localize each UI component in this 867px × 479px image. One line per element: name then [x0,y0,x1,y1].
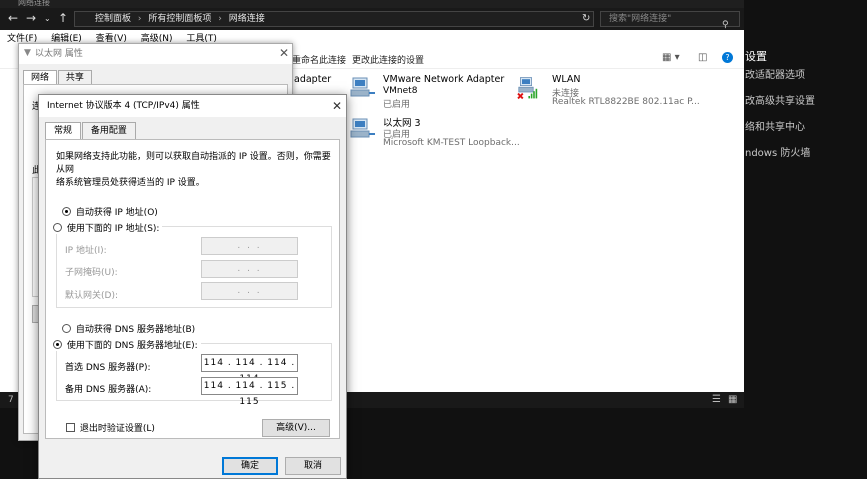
up-icon[interactable]: ↑ [58,11,68,25]
manual-ip-radio[interactable]: 使用下面的 IP 地址(S): [53,221,163,234]
tab-alternate-config[interactable]: 备用配置 [81,122,136,139]
subnet-mask-label: 子网掩码(U): [65,268,118,278]
ipv4-properties-dialog: Internet 协议版本 4 (TCP/IPv4) 属性 ✕ 常规 备用配置 … [38,94,347,479]
adapter-device: Microsoft KM-TEST Loopback... [383,138,520,148]
item-count: 7 [8,395,14,405]
details-view-icon[interactable]: ☰ [712,394,721,405]
advanced-button[interactable]: 高级(V)... [262,419,330,437]
tab-general[interactable]: 常规 [45,122,82,139]
ipv4-tabs: 常规 备用配置 [45,122,136,139]
icons-view-icon[interactable]: ▦ [728,394,737,405]
close-icon[interactable]: ✕ [332,99,342,113]
adapter-name: VMware Network Adapter [383,74,505,85]
breadcrumb-separator-icon: › [218,14,222,24]
tab-network[interactable]: 网络 [23,70,58,85]
address-bar[interactable]: 控制面板 › 所有控制面板项 › 网络连接 [74,11,594,27]
ipv4-tab-panel: 如果网络支持此功能，则可以获取自动指派的 IP 设置。否则，你需要从网 络系统管… [45,139,340,439]
manual-dns-radio[interactable]: 使用下面的 DNS 服务器地址(E): [53,338,201,351]
auto-ip-label: 自动获得 IP 地址(O) [75,208,158,218]
manual-dns-label: 使用下面的 DNS 服务器地址(E): [66,341,198,351]
breadcrumb-network-connections[interactable]: 网络连接 [229,14,265,24]
breadcrumb-control-panel[interactable]: 控制面板 [95,14,131,24]
preview-pane-icon[interactable]: ◫ [698,52,707,63]
manual-ip-label: 使用下面的 IP 地址(S): [66,224,160,234]
default-gateway-label: 默认网关(D): [65,291,118,301]
ipv4-description: 如果网络支持此功能，则可以获取自动指派的 IP 设置。否则，你需要从网 络系统管… [56,151,339,190]
explorer-titlebar: 网络连接 [0,0,744,8]
radio-unselected-icon[interactable] [53,223,62,232]
alternate-dns-field[interactable]: 114 . 114 . 115 . 115 [201,377,298,407]
adapter-sub1: VMnet8 [383,86,418,96]
auto-dns-radio[interactable]: 自动获得 DNS 服务器地址(B) [62,322,195,335]
address-row: ← → ⌄ ↑ 控制面板 › 所有控制面板项 › 网络连接 ↻ 搜索"网络连接"… [0,8,744,30]
settings-link-adapter-options[interactable]: 改适配器选项 [745,66,805,81]
breadcrumb-all-items[interactable]: 所有控制面板项 [148,14,211,24]
adapter-device: Realtek RTL8822BE 802.11ac P... [552,97,700,107]
adapter-name: WLAN [552,74,581,85]
ipv4-dialog-title: Internet 协议版本 4 (TCP/IPv4) 属性 [39,95,346,117]
ip-address-label: IP 地址(I): [65,246,107,256]
adapter-name: adapter [294,74,332,85]
subnet-mask-field[interactable]: . . . [201,260,298,278]
checkbox-unchecked-icon[interactable] [66,423,75,432]
settings-link-firewall[interactable]: ndows 防火墙 [745,144,810,159]
validate-settings-checkbox[interactable]: 退出时验证设置(L) [66,421,155,434]
network-small-icon: ▼ [24,48,31,58]
adapter-status: 已启用 [383,100,411,110]
wifi-adapter-icon [517,77,538,100]
settings-link-network-center[interactable]: 络和共享中心 [745,118,805,133]
view-options-icon[interactable]: ▦ ▾ [662,52,680,63]
default-gateway-field[interactable]: . . . [201,282,298,300]
ethernet-dialog-title: 以太网 属性 [19,44,292,64]
manual-dns-group: 使用下面的 DNS 服务器地址(E): 首选 DNS 服务器(P): 114 .… [53,338,332,407]
auto-dns-label: 自动获得 DNS 服务器地址(B) [75,325,196,335]
auto-ip-radio[interactable]: 自动获得 IP 地址(O) [62,205,158,218]
settings-heading: 设置 [745,50,767,63]
back-icon[interactable]: ← [8,11,18,25]
ethernet-tabs: 网络 共享 [23,70,92,85]
radio-selected-icon[interactable] [53,340,62,349]
preferred-dns-label: 首选 DNS 服务器(P): [65,363,151,373]
recent-chevron-icon[interactable]: ⌄ [44,14,51,23]
breadcrumb-separator-icon: › [137,14,142,24]
refresh-icon[interactable]: ↻ [582,13,590,24]
close-icon[interactable]: ✕ [279,46,289,60]
forward-icon[interactable]: → [26,11,36,25]
rename-connection-command[interactable]: 重命名此连接 [292,53,346,66]
cancel-button[interactable]: 取消 [285,457,341,475]
search-input[interactable]: 搜索"网络连接" [600,11,740,27]
network-adapter-icon [350,118,375,138]
validate-settings-label: 退出时验证设置(L) [79,424,155,434]
radio-unselected-icon[interactable] [62,324,71,333]
ip-address-field[interactable]: . . . [201,237,298,255]
tab-sharing[interactable]: 共享 [57,70,92,85]
alternate-dns-label: 备用 DNS 服务器(A): [65,385,152,395]
view-status-command[interactable]: 更改此连接的设置 [352,53,424,66]
description-line-1: 如果网络支持此功能，则可以获取自动指派的 IP 设置。否则，你需要从网 [56,152,331,175]
ok-button[interactable]: 确定 [222,457,278,475]
network-adapter-icon [350,77,375,97]
adapter-partial[interactable]: adapter [294,74,331,85]
help-icon[interactable]: ? [722,52,733,63]
manual-ip-group: 使用下面的 IP 地址(S): IP 地址(I): . . . 子网掩码(U):… [53,221,332,308]
description-line-2: 络系统管理员处获得适当的 IP 设置。 [56,178,205,188]
radio-selected-icon[interactable] [62,207,71,216]
preferred-dns-field[interactable]: 114 . 114 . 114 . 114 [201,354,298,384]
settings-link-advanced-sharing[interactable]: 改高级共享设置 [745,92,815,107]
search-icon[interactable]: ⚲ [722,20,729,30]
